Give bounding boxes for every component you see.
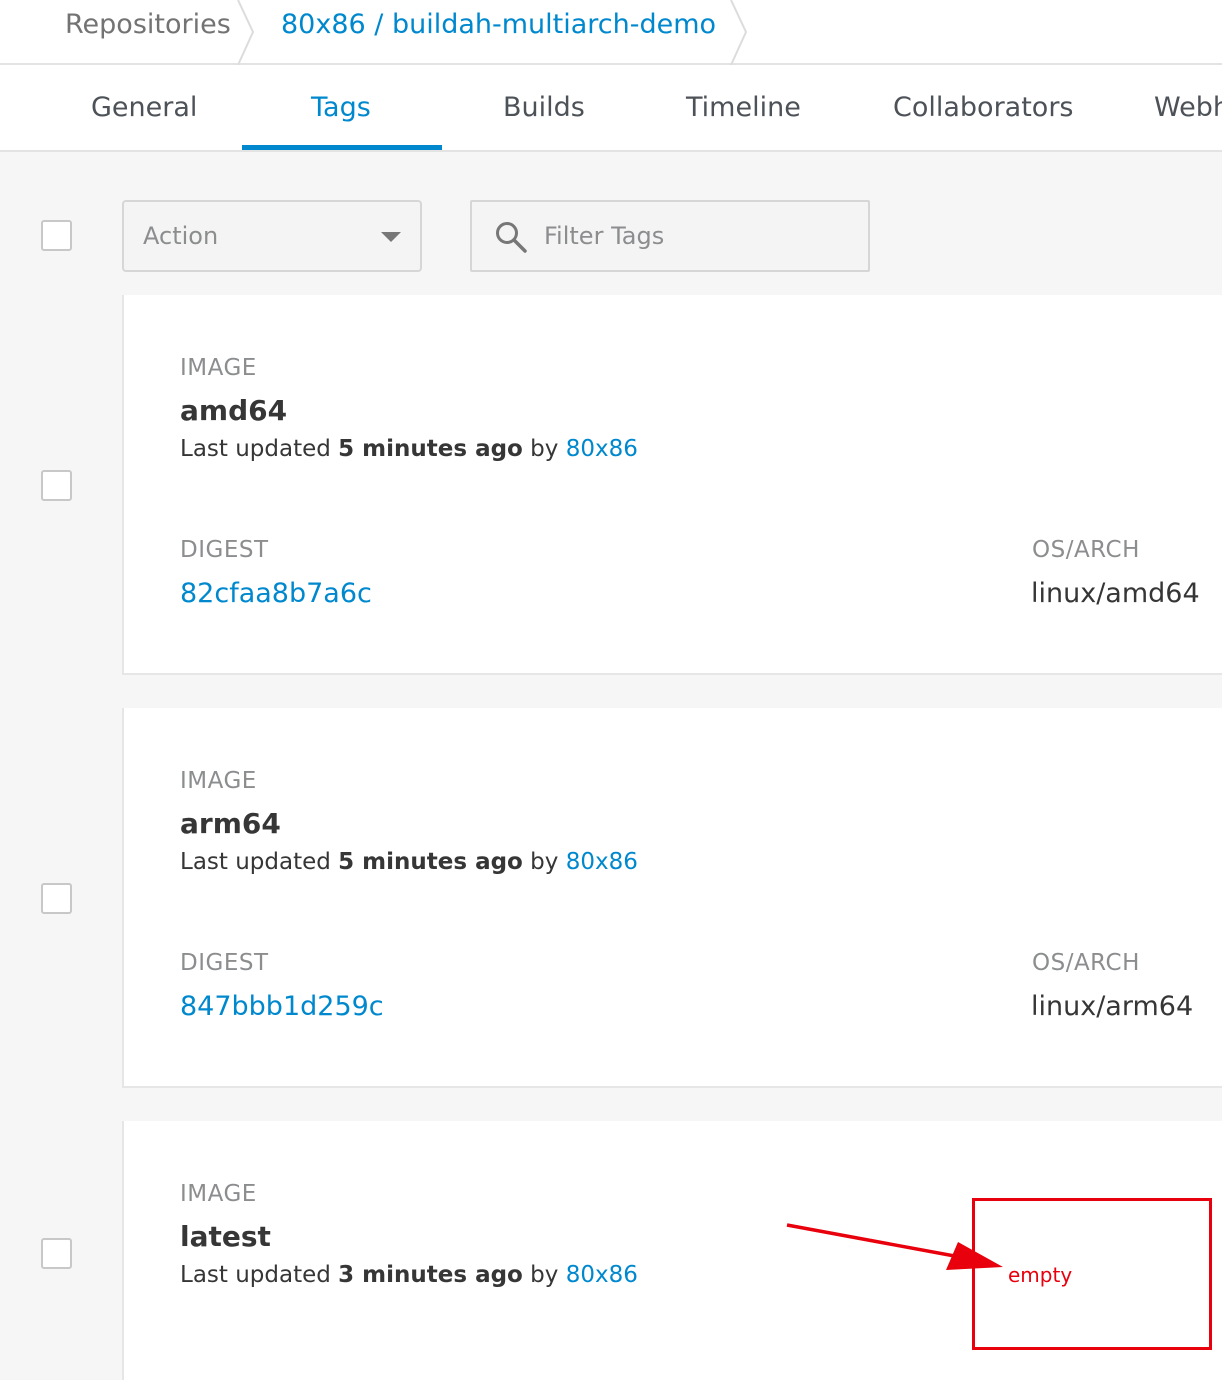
tag-name: latest: [180, 1220, 271, 1253]
image-label: IMAGE: [180, 1181, 257, 1207]
breadcrumb-repository-link[interactable]: 80x86 / buildah-multiarch-demo: [281, 0, 716, 50]
tag-row-checkbox[interactable]: [41, 883, 72, 914]
digest-label: DIGEST: [180, 950, 269, 976]
tag-card-amd64: IMAGE amd64 Last updated 5 minutes ago b…: [122, 295, 1222, 675]
tab-timeline[interactable]: Timeline: [686, 65, 801, 150]
last-updated-text: Last updated 3 minutes ago by 80x86: [180, 1262, 638, 1288]
breadcrumb-separator: [237, 0, 255, 65]
filter-tags-field: [470, 200, 870, 272]
digest-link[interactable]: 847bbb1d259c: [180, 991, 384, 1022]
last-updated-text: Last updated 5 minutes ago by 80x86: [180, 849, 638, 875]
digest-label: DIGEST: [180, 537, 269, 563]
caret-down-icon: [381, 232, 401, 242]
image-label: IMAGE: [180, 355, 257, 381]
action-dropdown-label: Action: [143, 222, 219, 250]
os-arch-label: OS/ARCH: [1032, 537, 1140, 563]
filter-tags-input[interactable]: [542, 204, 862, 268]
user-link[interactable]: 80x86: [566, 849, 638, 875]
last-updated-text: Last updated 5 minutes ago by 80x86: [180, 436, 638, 462]
image-label: IMAGE: [180, 768, 257, 794]
tag-name: arm64: [180, 807, 281, 840]
select-all-checkbox[interactable]: [41, 220, 72, 251]
annotation-empty-text: empty: [1008, 1263, 1073, 1287]
tab-collaborators[interactable]: Collaborators: [893, 65, 1074, 150]
active-tab-indicator: [242, 145, 442, 150]
os-arch-value: linux/amd64: [1031, 578, 1200, 609]
tab-webhooks[interactable]: Webh: [1154, 65, 1222, 150]
search-icon: [496, 222, 527, 253]
tag-card-arm64: IMAGE arm64 Last updated 5 minutes ago b…: [122, 708, 1222, 1088]
os-arch-value: linux/arm64: [1031, 991, 1194, 1022]
tag-row-checkbox[interactable]: [41, 1238, 72, 1269]
breadcrumb: Repositories 80x86 / buildah-multiarch-d…: [0, 0, 1222, 65]
tag-name: amd64: [180, 394, 288, 427]
digest-link[interactable]: 82cfaa8b7a6c: [180, 578, 372, 609]
tag-row-checkbox[interactable]: [41, 470, 72, 501]
user-link[interactable]: 80x86: [566, 1262, 638, 1288]
tab-general[interactable]: General: [91, 65, 197, 150]
tab-bar: General Tags Builds Timeline Collaborato…: [0, 65, 1222, 152]
tab-tags[interactable]: Tags: [311, 65, 371, 150]
tab-builds[interactable]: Builds: [503, 65, 585, 150]
action-dropdown[interactable]: Action: [122, 200, 422, 272]
os-arch-label: OS/ARCH: [1032, 950, 1140, 976]
breadcrumb-repositories-link[interactable]: Repositories: [65, 0, 231, 50]
breadcrumb-separator: [730, 0, 748, 65]
user-link[interactable]: 80x86: [566, 436, 638, 462]
